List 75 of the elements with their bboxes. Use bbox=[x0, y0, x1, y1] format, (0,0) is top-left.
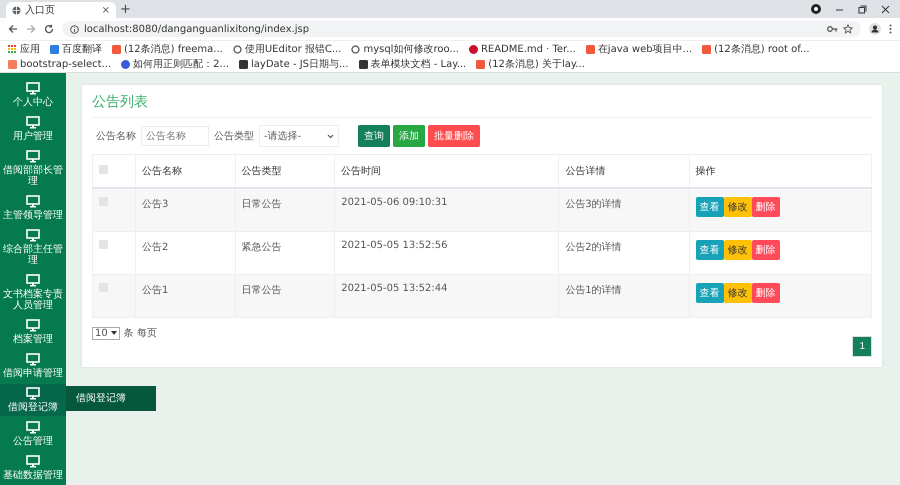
table-cell: 2021-05-05 13:52:44 bbox=[334, 274, 559, 318]
key-icon[interactable] bbox=[827, 25, 838, 33]
sidebar-item[interactable]: 文书档案专责人员管理 bbox=[0, 271, 66, 314]
monitor-icon bbox=[26, 274, 40, 287]
action-button[interactable]: 查询 bbox=[358, 125, 390, 147]
sidebar-item[interactable]: 个人中心 bbox=[0, 79, 66, 111]
monitor-icon bbox=[26, 195, 40, 208]
page-size-select[interactable]: 10 bbox=[92, 326, 120, 340]
sidebar-item[interactable]: 档案管理 bbox=[0, 316, 66, 348]
filter-label: 公告名称 bbox=[96, 130, 136, 143]
bookmark-link[interactable]: layDate - JS日期与... bbox=[251, 57, 349, 71]
menu-icon[interactable] bbox=[889, 24, 892, 34]
bookmark-link[interactable]: 如何用正则匹配：2... bbox=[133, 57, 229, 71]
bookmark-link[interactable]: 表单模块文档 - Lay... bbox=[370, 57, 466, 71]
sidebar-item[interactable]: 借阅部部长管理 bbox=[0, 147, 66, 190]
table-cell: 公告3 bbox=[136, 188, 236, 232]
table-cell: 公告1 bbox=[136, 274, 236, 318]
select-all-checkbox[interactable] bbox=[99, 165, 108, 174]
restore-icon[interactable] bbox=[858, 4, 867, 14]
browser-tab[interactable]: 入口页 × bbox=[6, 2, 116, 18]
back-icon[interactable] bbox=[8, 24, 18, 34]
sidebar-item[interactable]: 用户管理 bbox=[0, 113, 66, 145]
monitor-icon bbox=[26, 82, 40, 95]
bookmark-link[interactable]: mysql如何修改roo... bbox=[363, 42, 459, 56]
sidebar-item[interactable]: 公告管理 bbox=[0, 418, 66, 450]
panel-title: 公告列表 bbox=[92, 93, 872, 118]
sidebar-item[interactable]: 借阅申请管理 bbox=[0, 350, 66, 382]
close-tab-button[interactable]: × bbox=[102, 4, 110, 16]
row-action-button[interactable]: 修改 bbox=[724, 240, 752, 260]
filter-label: 公告类型 bbox=[214, 130, 254, 143]
monitor-icon bbox=[26, 387, 40, 400]
sidebar-item[interactable]: 基础数据管理 bbox=[0, 452, 66, 484]
table-cell: 2021-05-06 09:10:31 bbox=[334, 188, 559, 232]
apps-grid-icon bbox=[8, 44, 17, 54]
page-size-label: 条 每页 bbox=[124, 327, 157, 340]
new-tab-button[interactable]: + bbox=[120, 2, 131, 16]
table-cell: 日常公告 bbox=[235, 274, 335, 318]
info-icon bbox=[70, 24, 79, 34]
address-bar[interactable]: localhost:8080/danganguanlixitong/index.jsp bbox=[62, 21, 861, 37]
monitor-icon bbox=[26, 421, 40, 434]
row-checkbox[interactable] bbox=[99, 240, 108, 249]
name-input-field[interactable]: 公告名称 bbox=[141, 126, 209, 146]
monitor-icon bbox=[26, 150, 40, 163]
sidebar-item[interactable]: 主管领导管理 bbox=[0, 192, 66, 224]
caret-icon bbox=[327, 134, 334, 138]
close-icon[interactable] bbox=[881, 4, 890, 14]
monitor-icon bbox=[26, 319, 40, 332]
monitor-icon bbox=[26, 455, 40, 468]
star-icon[interactable] bbox=[843, 24, 853, 34]
sidebar-item[interactable]: 综合部主任管理 bbox=[0, 226, 66, 269]
bookmark-link[interactable]: (12条消息) 关于lay... bbox=[488, 57, 585, 71]
page-button[interactable]: 1 bbox=[852, 336, 872, 357]
table-cell: 日常公告 bbox=[235, 188, 335, 232]
bookmark-link[interactable]: 使用UEditor 报错C... bbox=[244, 42, 342, 56]
row-action-button[interactable]: 修改 bbox=[724, 197, 752, 217]
tooltip: 借阅登记簿 bbox=[66, 386, 156, 411]
table-cell: 公告3的详情 bbox=[558, 188, 690, 232]
table-cell: 公告1的详情 bbox=[558, 274, 690, 318]
bookmark-link[interactable]: 在java web项目中... bbox=[598, 42, 692, 56]
bookmark-link[interactable]: README.md · Ter... bbox=[480, 44, 576, 54]
caret-icon bbox=[110, 331, 117, 335]
monitor-icon bbox=[26, 229, 40, 242]
bookmark-link[interactable]: 应用 bbox=[20, 42, 40, 56]
monitor-icon bbox=[26, 116, 40, 129]
globe-icon bbox=[12, 6, 21, 14]
bookmark-link[interactable]: (12条消息) freema... bbox=[124, 42, 223, 56]
type-select[interactable]: -请选择- bbox=[259, 125, 339, 147]
row-action-button[interactable]: 修改 bbox=[724, 283, 752, 303]
profile-icon[interactable] bbox=[869, 23, 881, 35]
bookmark-link[interactable]: (12条消息) root of... bbox=[714, 42, 810, 56]
record-icon[interactable] bbox=[811, 4, 821, 14]
reload-icon[interactable] bbox=[44, 24, 54, 34]
monitor-icon bbox=[26, 353, 40, 366]
bookmark-link[interactable]: bootstrap-select... bbox=[20, 58, 112, 70]
bookmark-link[interactable]: 百度翻译 bbox=[62, 42, 102, 56]
